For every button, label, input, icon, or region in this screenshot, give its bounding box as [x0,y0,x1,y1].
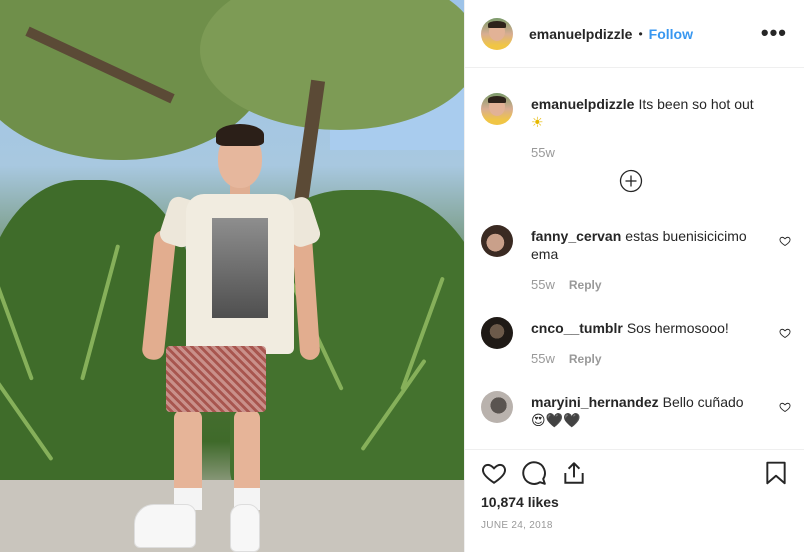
comment-like-icon[interactable] [779,401,791,413]
comment-body: fanny_cervan estas buenisicicimo ema [531,227,771,263]
caption-body: emanuelpdizzle Its been so hot out ☀ [531,95,771,132]
commenter-avatar[interactable] [481,317,513,349]
share-icon[interactable] [561,460,587,486]
comment-bubble-icon[interactable] [521,460,547,486]
comment-text: Bello cuñado [662,394,744,410]
like-count[interactable]: 10,874 likes [481,494,559,510]
post-date: JUNE 24, 2018 [481,520,553,531]
person-shorts [166,346,266,412]
post-header: emanuelpdizzle • Follow ••• [465,0,804,68]
like-heart-icon[interactable] [481,460,507,486]
comment-meta: 55w Reply [531,277,602,292]
author-avatar[interactable] [481,17,513,50]
sun-emoji: ☀ [531,115,544,131]
comment-age: 55w [531,351,555,366]
heart-eyes-emoji: 😍🖤🖤 [531,413,581,429]
bookmark-icon[interactable] [763,460,789,486]
caption-avatar[interactable] [481,93,513,125]
comment-like-icon[interactable] [779,327,791,339]
caption-age: 55w [531,145,555,160]
person-arm-left [141,229,177,361]
person-shoe-left [134,504,196,548]
comment-text: Sos hermosooo! [626,320,729,336]
comments-list[interactable]: emanuelpdizzle Its been so hot out ☀ 55w … [465,69,804,449]
comment-username[interactable]: fanny_cervan [531,228,621,244]
comment-username[interactable]: cnco__tumblr [531,320,623,336]
commenter-avatar[interactable] [481,225,513,257]
comment-meta: 55w Reply [531,351,602,366]
more-options-icon[interactable]: ••• [761,22,787,44]
post-actions: 10,874 likes JUNE 24, 2018 [465,449,804,552]
caption-username[interactable]: emanuelpdizzle [531,96,634,112]
header-separator: • [638,26,643,41]
person-shirt-print [212,218,268,318]
reply-button[interactable]: Reply [569,352,602,366]
reply-button[interactable]: Reply [569,278,602,292]
person-shoe-right [230,504,260,552]
caption-text: Its been so hot out [638,96,754,112]
follow-button[interactable]: Follow [649,26,693,42]
author-username[interactable]: emanuelpdizzle [529,26,632,42]
comment-username[interactable]: maryini_hernandez [531,394,659,410]
post-photo[interactable] [0,0,464,552]
comment-age: 55w [531,277,555,292]
comment-like-icon[interactable] [779,235,791,247]
commenter-avatar[interactable] [481,391,513,423]
photo-person [130,120,323,552]
comment-body: cnco__tumblr Sos hermosooo! [531,319,771,337]
load-more-comments-icon[interactable] [619,169,643,193]
person-hair [216,124,264,146]
post-side-panel: emanuelpdizzle • Follow ••• emanuelpdizz… [464,0,804,552]
comment-body: maryini_hernandez Bello cuñado 😍🖤🖤 [531,393,771,430]
